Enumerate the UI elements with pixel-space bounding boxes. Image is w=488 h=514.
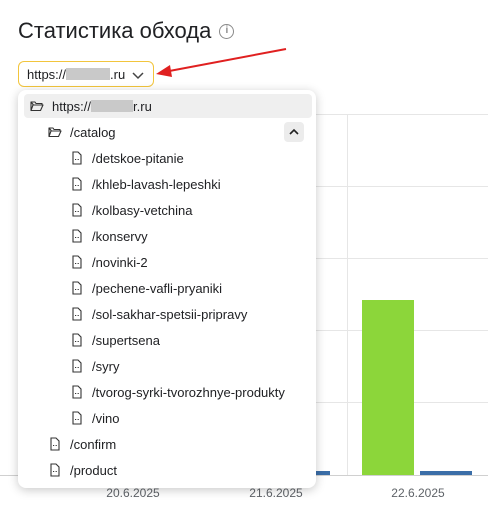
tree-item-child[interactable]: /novinki-2 <box>24 250 312 274</box>
bar-mark <box>362 299 414 475</box>
tree-item-child[interactable]: /sol-sakhar-spetsii-pripravy <box>24 302 312 326</box>
page-icon <box>72 411 82 425</box>
tree-item-label: /product <box>70 462 117 478</box>
bar-mark <box>420 471 472 475</box>
page-title: Статистика обхода i <box>18 18 235 44</box>
site-select-suffix: .ru <box>110 66 126 82</box>
tree-item-label: /catalog <box>70 124 116 140</box>
tree-item-label: /supertsena <box>92 332 160 348</box>
redacted-domain <box>66 68 111 80</box>
tree-root-prefix: https:// <box>52 98 92 114</box>
x-tick-label: 21.6.2025 <box>249 486 303 500</box>
page-title-text: Статистика обхода <box>18 18 212 43</box>
tree-item-label: /tvorog-syrki-tvorozhnye-produkty <box>92 384 285 400</box>
tree-item-label: /detskoe-pitanie <box>92 150 184 166</box>
page-icon <box>72 255 82 269</box>
tree-item-label: /kolbasy-vetchina <box>92 202 193 218</box>
tree-item-child[interactable]: /syry <box>24 354 312 378</box>
page-icon <box>72 203 82 217</box>
site-select-prefix: https:// <box>27 66 67 82</box>
page-icon <box>72 281 82 295</box>
tree-item-label: /khleb-lavash-lepeshki <box>92 176 221 192</box>
tree-item-label: /pechene-vafli-pryaniki <box>92 280 223 296</box>
x-tick-label: 20.6.2025 <box>106 486 160 500</box>
page-icon <box>72 333 82 347</box>
folder-open-icon <box>30 101 44 112</box>
page-icon <box>72 307 82 321</box>
tree-item-child[interactable]: /kolbasy-vetchina <box>24 198 312 222</box>
grid-line <box>316 258 488 259</box>
tree-item-label: /confirm <box>70 436 117 452</box>
tree-item-child[interactable]: /vino <box>24 406 312 430</box>
tree-item-child[interactable]: /khleb-lavash-lepeshki <box>24 172 312 196</box>
page-icon <box>72 229 82 243</box>
tree-item-label: /sol-sakhar-spetsii-pripravy <box>92 306 248 322</box>
annotation-arrow <box>156 48 287 77</box>
collapse-button[interactable] <box>284 122 304 142</box>
chevron-up-icon <box>289 128 299 135</box>
redacted-domain <box>91 100 134 112</box>
tree-item-child[interactable]: /pechene-vafli-pryaniki <box>24 276 312 300</box>
tree-item-child[interactable]: /detskoe-pitanie <box>24 146 312 170</box>
site-tree-dropdown: https:// r.ru /catalog /detskoe-pitanie /… <box>18 90 316 488</box>
grid-line <box>347 114 348 476</box>
tree-item-label: /konservy <box>92 228 148 244</box>
tree-item-child[interactable]: /tvorog-syrki-tvorozhnye-produkty <box>24 380 312 404</box>
site-select[interactable]: https:// .ru <box>18 61 154 87</box>
tree-item-product[interactable]: /product <box>24 458 312 482</box>
tree-item-catalog[interactable]: /catalog <box>24 120 312 144</box>
tree-item-child[interactable]: /konservy <box>24 224 312 248</box>
tree-item-child[interactable]: /supertsena <box>24 328 312 352</box>
tree-item-label: /novinki-2 <box>92 254 148 270</box>
page-icon <box>72 385 82 399</box>
tree-root-suffix: r.ru <box>133 98 152 114</box>
folder-open-icon <box>48 127 62 138</box>
info-icon[interactable]: i <box>219 23 235 39</box>
chevron-down-icon <box>132 72 144 80</box>
page-icon <box>72 151 82 165</box>
x-tick-label: 22.6.2025 <box>391 486 445 500</box>
tree-item-label: /vino <box>92 410 120 426</box>
tree-item-confirm[interactable]: /confirm <box>24 432 312 456</box>
page-icon <box>50 463 60 477</box>
tree-item-root[interactable]: https:// r.ru <box>24 94 312 118</box>
page-icon <box>72 359 82 373</box>
page-icon <box>50 437 60 451</box>
page-icon <box>72 177 82 191</box>
grid-line <box>316 186 488 187</box>
tree-item-label: /syry <box>92 358 120 374</box>
grid-line <box>316 114 488 115</box>
